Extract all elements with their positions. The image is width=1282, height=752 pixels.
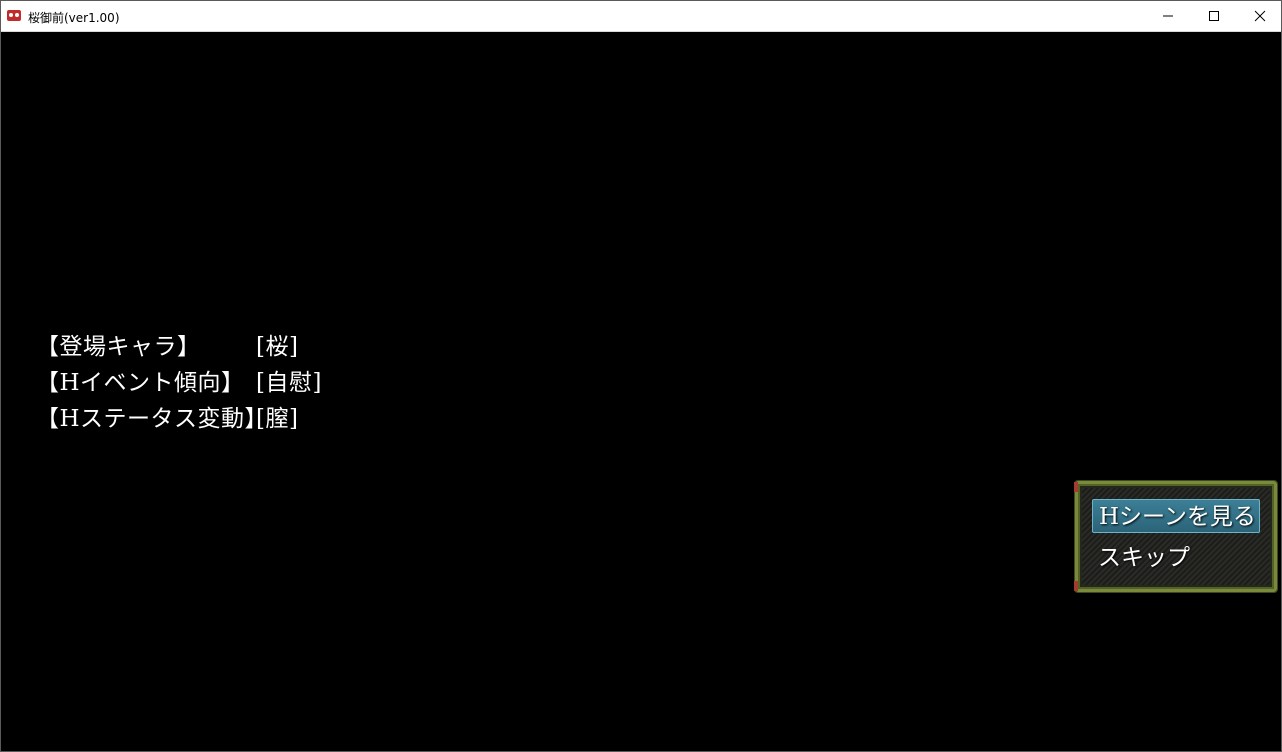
info-label: 【Hイベント傾向】 — [36, 370, 245, 396]
info-value: [膣] — [256, 406, 299, 432]
info-row-status-change: 【Hステータス変動】 [膣] — [36, 399, 298, 433]
app-icon — [7, 10, 21, 21]
title-bar[interactable]: 桜御前(ver1.00) — [1, 1, 1281, 32]
info-row-event-tendency: 【Hイベント傾向】 [自慰] — [36, 363, 321, 397]
choice-menu: Hシーンを見る スキップ — [1074, 480, 1278, 593]
app-window: 桜御前(ver1.00) 【登場キャラ】 [桜] 【Hイベント傾向】 [自慰] — [0, 0, 1282, 752]
info-label: 【Hステータス変動】 — [36, 406, 269, 432]
frame-ornament — [1074, 581, 1078, 591]
info-value: [自慰] — [256, 370, 322, 396]
maximize-button[interactable] — [1191, 1, 1237, 31]
info-value: [桜] — [256, 334, 299, 360]
frame-ornament — [1074, 482, 1078, 492]
info-row-character: 【登場キャラ】 [桜] — [36, 327, 298, 361]
window-title: 桜御前(ver1.00) — [28, 11, 120, 25]
maximize-icon — [1209, 11, 1219, 21]
info-label: 【登場キャラ】 — [36, 334, 201, 360]
close-icon — [1254, 10, 1266, 22]
choice-skip[interactable]: スキップ — [1092, 541, 1190, 575]
minimize-button[interactable] — [1145, 1, 1191, 31]
choice-view-scene[interactable]: Hシーンを見る — [1092, 499, 1260, 533]
close-button[interactable] — [1237, 1, 1282, 31]
game-screen[interactable]: 【登場キャラ】 [桜] 【Hイベント傾向】 [自慰] 【Hステータス変動】 [膣… — [1, 32, 1281, 751]
minimize-icon — [1163, 15, 1173, 17]
